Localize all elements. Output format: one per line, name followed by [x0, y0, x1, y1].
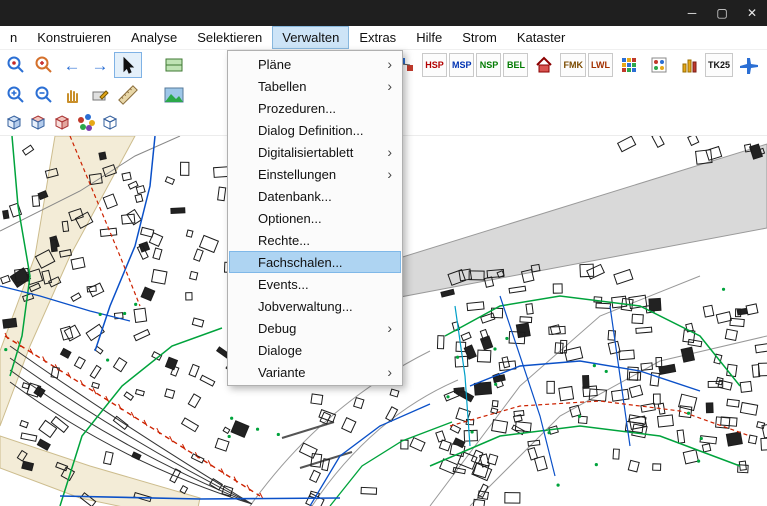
plan-sheet-icon	[164, 56, 184, 74]
menu-item-prozeduren[interactable]: Prozeduren...	[229, 97, 401, 119]
columns-icon	[680, 56, 698, 74]
menu-item-fachschalen[interactable]: Fachschalen...	[229, 251, 401, 273]
zoom-in-icon	[6, 85, 26, 105]
raster-layer-button-2[interactable]	[645, 52, 673, 78]
chart-columns-button[interactable]	[675, 52, 703, 78]
fachschale-bel-button[interactable]: BEL	[503, 53, 528, 77]
toolbar-right-group: HSP MSP NSP BEL FMK LWL TK25	[362, 52, 763, 78]
menubar: n Konstruieren Analyse Selektieren Verwa…	[0, 26, 767, 50]
menu-item-rechte[interactable]: Rechte...	[229, 229, 401, 251]
menubar-item-selektieren[interactable]: Selektieren	[187, 26, 272, 49]
ruler-icon	[117, 84, 139, 106]
cube-outline-icon	[101, 114, 119, 132]
submenu-arrow-icon: ›	[387, 365, 392, 379]
house-tool-button[interactable]	[530, 52, 558, 78]
submenu-arrow-icon: ›	[387, 321, 392, 335]
menu-item-optionen[interactable]: Optionen...	[229, 207, 401, 229]
fachschale-nsp-button[interactable]: NSP	[476, 53, 501, 77]
menu-item-events[interactable]: Events...	[229, 273, 401, 295]
hand-icon	[62, 85, 82, 105]
maximize-button[interactable]: ▢	[707, 0, 737, 26]
zoom-out-icon	[34, 85, 54, 105]
back-arrow-icon: ←	[64, 57, 81, 74]
submenu-arrow-icon: ›	[387, 79, 392, 93]
theme-dots-button[interactable]	[74, 113, 98, 133]
menubar-item-strom[interactable]: Strom	[452, 26, 507, 49]
submenu-arrow-icon: ›	[387, 57, 392, 71]
zoom-select-button[interactable]	[2, 52, 30, 78]
menubar-item-konstruieren[interactable]: Konstruieren	[27, 26, 121, 49]
menubar-item-truncated[interactable]: n	[0, 26, 27, 49]
magnifier-star-icon	[34, 55, 54, 75]
menu-item-dialoge[interactable]: Dialoge	[229, 339, 401, 361]
menubar-item-analyse[interactable]: Analyse	[121, 26, 187, 49]
airplane-icon	[738, 54, 760, 76]
menu-item-plaene[interactable]: Pläne›	[229, 53, 401, 75]
raster-icon	[620, 56, 638, 74]
cube-view-button-1[interactable]	[2, 113, 26, 133]
pan-button[interactable]	[58, 82, 86, 108]
minimize-button[interactable]: ─	[677, 0, 707, 26]
airplane-button[interactable]	[735, 52, 763, 78]
cube-view-button-3[interactable]	[50, 113, 74, 133]
fachschale-lwl-button[interactable]: LWL	[588, 53, 613, 77]
menu-item-jobverwaltung[interactable]: Jobverwaltung...	[229, 295, 401, 317]
menubar-item-kataster[interactable]: Kataster	[507, 26, 575, 49]
plan-sheet-button[interactable]	[160, 52, 188, 78]
fachschale-hsp-button[interactable]: HSP	[422, 53, 447, 77]
raster-layer-button-1[interactable]	[615, 52, 643, 78]
cube-red-icon	[53, 114, 71, 132]
magnifier-icon	[6, 55, 26, 75]
forward-button[interactable]: →	[86, 52, 114, 78]
fachschale-msp-button[interactable]: MSP	[449, 53, 475, 77]
menu-item-dialog-definition[interactable]: Dialog Definition...	[229, 119, 401, 141]
forward-arrow-icon: →	[92, 57, 109, 74]
cube-view-button-4[interactable]	[98, 113, 122, 133]
titlebar: ─ ▢ ✕	[0, 0, 767, 26]
menu-item-datenbank[interactable]: Datenbank...	[229, 185, 401, 207]
printer-pencil-icon	[90, 85, 110, 105]
submenu-arrow-icon: ›	[387, 145, 392, 159]
verwalten-menu: Pläne› Tabellen› Prozeduren... Dialog De…	[227, 50, 403, 386]
menubar-item-extras[interactable]: Extras	[349, 26, 406, 49]
tk25-button[interactable]: TK25	[705, 53, 733, 77]
photo-icon	[164, 87, 184, 103]
submenu-arrow-icon: ›	[387, 167, 392, 181]
menubar-item-verwalten[interactable]: Verwalten	[272, 26, 349, 49]
cube-view-button-2[interactable]	[26, 113, 50, 133]
zoom-in-button[interactable]	[2, 82, 30, 108]
menu-item-variante[interactable]: Variante›	[229, 361, 401, 383]
cursor-icon	[119, 56, 137, 74]
cube-blue-icon	[5, 114, 23, 132]
measure-button[interactable]	[114, 82, 142, 108]
redline-button[interactable]	[86, 82, 114, 108]
back-button[interactable]: ←	[58, 52, 86, 78]
photo-button[interactable]	[160, 82, 188, 108]
fachschale-fmk-button[interactable]: FMK	[560, 53, 586, 77]
menu-item-tabellen[interactable]: Tabellen›	[229, 75, 401, 97]
zoom-extent-button[interactable]	[30, 52, 58, 78]
toolbar-mid-group	[160, 52, 188, 78]
menu-item-debug[interactable]: Debug›	[229, 317, 401, 339]
toolbar-mid-group-2	[160, 82, 188, 108]
cube-red-blue-icon	[29, 114, 47, 132]
zoom-out-button[interactable]	[30, 82, 58, 108]
app-window: ─ ▢ ✕ n Konstruieren Analyse Selektieren…	[0, 0, 767, 506]
menubar-item-hilfe[interactable]: Hilfe	[406, 26, 452, 49]
pointer-tool-button[interactable]	[114, 52, 142, 78]
menu-item-digitalisiertablett[interactable]: Digitalisiertablett›	[229, 141, 401, 163]
menu-item-einstellungen[interactable]: Einstellungen›	[229, 163, 401, 185]
colored-dots-icon	[75, 113, 97, 133]
close-button[interactable]: ✕	[737, 0, 767, 26]
raster-grid-icon	[650, 56, 668, 74]
house-icon	[534, 55, 554, 75]
